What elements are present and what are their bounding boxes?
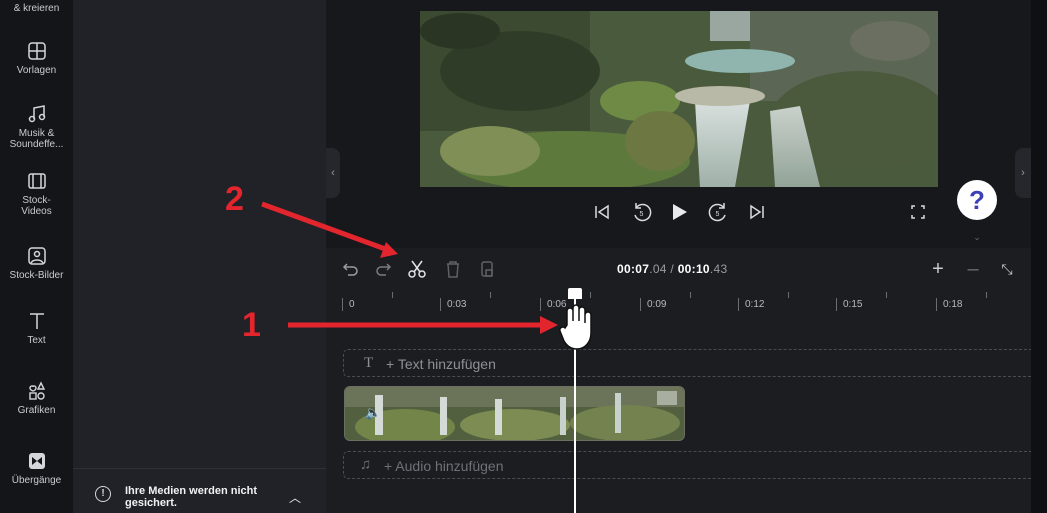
- ruler-minor-tick: [392, 292, 393, 298]
- timecode-display: 00:07.04 / 00:10.43: [617, 262, 728, 276]
- transition-icon: [26, 450, 48, 472]
- total-time-fraction: .43: [709, 262, 728, 276]
- add-audio-label: + Audio hinzufügen: [384, 458, 504, 474]
- trash-icon[interactable]: [442, 258, 464, 280]
- add-audio-track[interactable]: ♫ + Audio hinzufügen: [343, 451, 1031, 479]
- current-time-fraction: .04: [649, 262, 667, 276]
- play-icon[interactable]: [667, 200, 691, 224]
- text-t-icon: [26, 310, 48, 332]
- ruler-tick-label: 0:09: [640, 298, 666, 311]
- film-strip-icon: [26, 170, 48, 192]
- nav-item-uebergaenge[interactable]: Übergänge: [0, 450, 73, 486]
- annotation-marker-1: 1: [242, 306, 261, 344]
- add-text-label: + Text hinzufügen: [386, 356, 496, 372]
- right-edge-bar: [1031, 0, 1047, 513]
- nav-item-musik[interactable]: Musik & Soundeffe...: [0, 103, 73, 150]
- redo-icon[interactable]: [372, 258, 394, 280]
- playhead-handle[interactable]: [568, 288, 582, 299]
- ruler-tick-label: 0: [342, 298, 355, 311]
- skip-start-icon[interactable]: [590, 200, 614, 224]
- ruler-tick-label: 0:12: [738, 298, 764, 311]
- nav-item-create-partial[interactable]: & kreieren: [0, 3, 73, 14]
- music-note-icon: [26, 103, 48, 125]
- nav-item-label: Text: [27, 335, 46, 346]
- video-preview[interactable]: [420, 11, 938, 187]
- annotation-marker-2: 2: [225, 180, 244, 218]
- svg-text:5: 5: [640, 211, 644, 218]
- zoom-out-button[interactable]: –: [962, 258, 984, 280]
- info-icon: !: [95, 486, 111, 502]
- chevron-down-icon[interactable]: ⌄: [970, 232, 984, 242]
- nav-item-stock-videos[interactable]: Stock-Videos: [0, 170, 73, 217]
- templates-icon: [26, 40, 48, 62]
- backup-notice-text: Ihre Medien werden nicht gesichert.: [125, 485, 258, 509]
- nav-item-label: & kreieren: [13, 3, 60, 14]
- ruler-tick-label: 0:18: [936, 298, 962, 311]
- nav-item-label: Stock-Videos: [21, 195, 52, 217]
- zoom-in-button[interactable]: +: [927, 258, 949, 280]
- svg-text:5: 5: [716, 211, 720, 218]
- backup-notice[interactable]: ! Ihre Medien werden nicht gesichert. ︿: [73, 468, 326, 513]
- forward-5-icon[interactable]: 5: [706, 200, 730, 224]
- collapse-right-panel-button[interactable]: ›: [1015, 148, 1031, 198]
- add-text-track[interactable]: T + Text hinzufügen: [343, 349, 1031, 377]
- time-separator: /: [666, 262, 678, 276]
- speaker-icon[interactable]: 🔈: [365, 405, 381, 421]
- ruler-minor-tick: [788, 292, 789, 298]
- help-button[interactable]: ?: [957, 180, 997, 220]
- ruler-minor-tick: [986, 292, 987, 298]
- ruler-minor-tick: [690, 292, 691, 298]
- video-clip[interactable]: 🔈: [344, 386, 685, 441]
- text-t-icon: T: [364, 355, 374, 371]
- undo-icon[interactable]: [340, 258, 362, 280]
- collapse-left-panel-button[interactable]: ‹: [326, 148, 340, 198]
- timeline-ruler[interactable]: 0 0:03 0:06 0:09 0:12 0:15 0:18: [340, 292, 1031, 314]
- chevron-up-icon[interactable]: ︿: [289, 489, 301, 506]
- nav-item-label: Musik & Soundeffe...: [9, 128, 64, 150]
- fullscreen-icon[interactable]: [906, 200, 930, 224]
- nav-item-stock-bilder[interactable]: Stock-Bilder: [0, 245, 73, 281]
- fit-timeline-icon[interactable]: ⤡: [996, 258, 1018, 280]
- current-time: 00:07: [617, 262, 650, 276]
- ruler-tick-label: 0:03: [440, 298, 466, 311]
- total-time: 00:10: [677, 262, 710, 276]
- ruler-minor-tick: [590, 292, 591, 298]
- nav-item-vorlagen[interactable]: Vorlagen: [0, 40, 73, 76]
- left-nav-rail: & kreieren Vorlagen Musik & Soundeffe...…: [0, 0, 73, 513]
- nav-item-grafiken[interactable]: Grafiken: [0, 380, 73, 416]
- media-panel: [73, 0, 326, 513]
- duplicate-icon[interactable]: [476, 258, 498, 280]
- shapes-icon: [26, 380, 48, 402]
- nav-item-label: Stock-Bilder: [9, 270, 64, 281]
- image-icon: [26, 245, 48, 267]
- ruler-minor-tick: [886, 292, 887, 298]
- scissors-split-icon[interactable]: [406, 258, 428, 280]
- nav-item-label: Vorlagen: [16, 65, 57, 76]
- ruler-minor-tick: [490, 292, 491, 298]
- rewind-5-icon[interactable]: 5: [630, 200, 654, 224]
- music-note-icon: ♫: [360, 456, 372, 473]
- hand-cursor-icon: [559, 304, 592, 350]
- skip-end-icon[interactable]: [745, 200, 769, 224]
- clipchamp-editor: & kreieren Vorlagen Musik & Soundeffe...…: [0, 0, 1047, 513]
- nav-item-label: Grafiken: [17, 405, 56, 416]
- nav-item-text[interactable]: Text: [0, 310, 73, 346]
- ruler-tick-label: 0:15: [836, 298, 862, 311]
- nav-item-label: Übergänge: [11, 475, 62, 486]
